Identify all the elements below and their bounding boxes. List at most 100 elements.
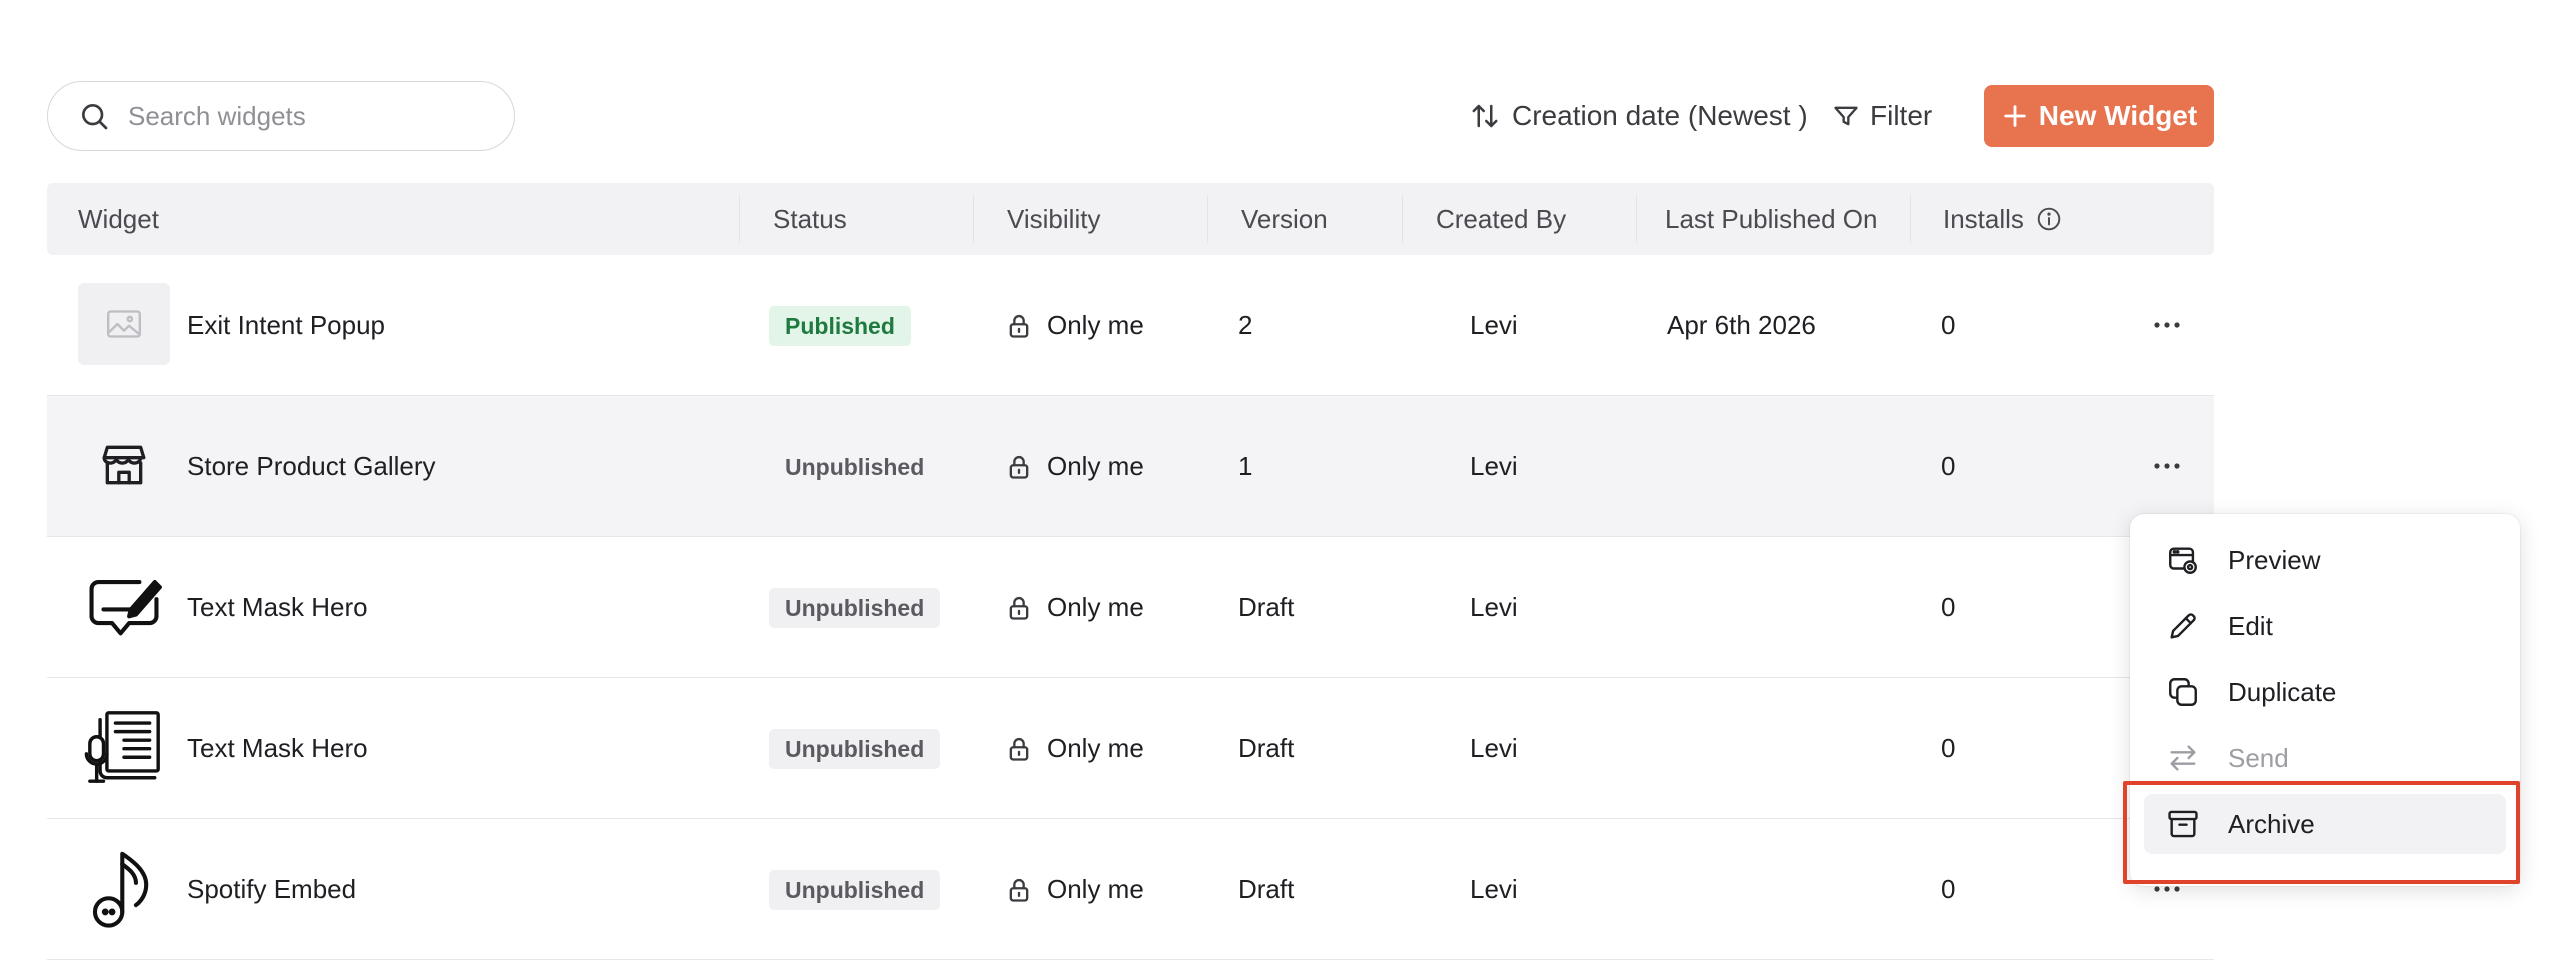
menu-item-archive[interactable]: Archive bbox=[2144, 794, 2506, 854]
search-input[interactable] bbox=[128, 100, 488, 132]
sort-label: Creation date (Newest ) bbox=[1512, 100, 1808, 131]
menu-item-preview[interactable]: Preview bbox=[2144, 530, 2506, 590]
sort-dropdown[interactable]: Creation date (Newest ) bbox=[1470, 90, 1808, 142]
column-header-created-by-label: Created By bbox=[1436, 203, 1567, 234]
status-badge: Unpublished bbox=[769, 587, 941, 628]
image-placeholder-icon bbox=[107, 310, 141, 338]
row-actions-menu: Preview Edit Duplicate Send Archive bbox=[2130, 514, 2520, 886]
status-cell: Unpublished bbox=[769, 819, 941, 960]
table-row[interactable]: Text Mask Hero Unpublished Only me Draft… bbox=[47, 537, 2214, 678]
visibility-cell: Only me bbox=[1005, 396, 1144, 537]
menu-item-edit[interactable]: Edit bbox=[2144, 596, 2506, 656]
widget-name[interactable]: Spotify Embed bbox=[187, 819, 356, 960]
created-by-cell: Levi bbox=[1470, 310, 1518, 340]
column-header-last-published: Last Published On bbox=[1665, 183, 1877, 255]
menu-item-label: Edit bbox=[2228, 610, 2273, 641]
table-row[interactable]: Store Product Gallery Unpublished Only m… bbox=[47, 396, 2214, 537]
column-header-widget-label: Widget bbox=[78, 203, 159, 234]
column-divider bbox=[1207, 195, 1208, 243]
widget-thumbnail bbox=[78, 847, 170, 929]
table-header: Widget Status Visibility Version Created… bbox=[47, 183, 2214, 255]
visibility-label: Only me bbox=[1047, 874, 1144, 904]
column-header-status: Status bbox=[773, 183, 847, 255]
table-row[interactable]: Spotify Embed Unpublished Only me Draft … bbox=[47, 819, 2214, 960]
store-icon bbox=[102, 445, 146, 485]
search-box[interactable] bbox=[47, 81, 515, 151]
visibility-label: Only me bbox=[1047, 310, 1144, 340]
installs-cell: 0 bbox=[1941, 592, 1956, 622]
lock-icon bbox=[1009, 455, 1029, 479]
column-header-visibility-label: Visibility bbox=[1007, 203, 1101, 234]
more-horizontal-icon bbox=[2154, 322, 2180, 328]
menu-item-label: Preview bbox=[2228, 544, 2321, 575]
more-actions-button[interactable] bbox=[2137, 446, 2197, 486]
filter-label: Filter bbox=[1870, 100, 1933, 131]
installs-cell: 0 bbox=[1941, 874, 1956, 904]
sort-arrows-icon bbox=[1472, 104, 1498, 128]
column-divider bbox=[739, 195, 740, 243]
lock-icon bbox=[1009, 737, 1029, 761]
installs-cell: 0 bbox=[1941, 310, 1956, 340]
table-row[interactable]: Exit Intent Popup Published Only me 2 Le… bbox=[47, 255, 2214, 396]
filter-icon bbox=[1834, 106, 1858, 126]
more-actions-button[interactable] bbox=[2137, 305, 2197, 345]
new-widget-label: New Widget bbox=[2038, 100, 2198, 131]
installs-cell: 0 bbox=[1941, 733, 1956, 763]
widget-name[interactable]: Text Mask Hero bbox=[187, 537, 368, 678]
visibility-cell: Only me bbox=[1005, 819, 1144, 960]
archive-icon bbox=[2168, 810, 2198, 838]
more-horizontal-icon bbox=[2154, 463, 2180, 469]
status-badge: Unpublished bbox=[769, 869, 941, 910]
lock-icon bbox=[1009, 314, 1029, 338]
visibility-cell: Only me bbox=[1005, 678, 1144, 819]
column-header-last-published-label: Last Published On bbox=[1665, 203, 1878, 234]
installs-cell: 0 bbox=[1941, 451, 1956, 481]
menu-item-duplicate[interactable]: Duplicate bbox=[2144, 662, 2506, 722]
column-header-version-label: Version bbox=[1241, 203, 1328, 234]
visibility-label: Only me bbox=[1047, 451, 1144, 481]
chat-edit-icon bbox=[89, 580, 162, 636]
created-by-cell: Levi bbox=[1470, 592, 1518, 622]
created-by-cell: Levi bbox=[1470, 874, 1518, 904]
widget-thumbnail bbox=[78, 706, 170, 788]
status-cell: Published bbox=[769, 255, 911, 396]
pencil-icon bbox=[2170, 613, 2196, 639]
new-widget-button[interactable]: New Widget bbox=[1984, 85, 2214, 147]
widget-name[interactable]: Store Product Gallery bbox=[187, 396, 436, 537]
menu-item-label: Archive bbox=[2228, 808, 2315, 839]
column-divider bbox=[1636, 195, 1637, 243]
filter-button[interactable]: Filter bbox=[1832, 90, 1932, 142]
status-badge: Published bbox=[769, 305, 911, 346]
column-header-installs-label: Installs bbox=[1943, 203, 2024, 234]
column-header-created-by: Created By bbox=[1436, 183, 1566, 255]
column-header-version: Version bbox=[1241, 183, 1328, 255]
widget-thumbnail bbox=[78, 424, 170, 506]
status-badge: Unpublished bbox=[769, 728, 941, 769]
last-published-cell: Apr 6th 2026 bbox=[1667, 310, 1816, 340]
column-header-installs: Installs bbox=[1943, 183, 2062, 255]
status-cell: Unpublished bbox=[769, 396, 940, 537]
column-divider bbox=[1402, 195, 1403, 243]
duplicate-icon bbox=[2169, 678, 2197, 706]
column-header-visibility: Visibility bbox=[1007, 183, 1100, 255]
lock-icon bbox=[1009, 596, 1029, 620]
info-icon[interactable] bbox=[2036, 206, 2062, 232]
column-divider bbox=[973, 195, 974, 243]
widget-name[interactable]: Exit Intent Popup bbox=[187, 255, 385, 396]
table-row[interactable]: Text Mask Hero Unpublished Only me Draft… bbox=[47, 678, 2214, 819]
send-arrows-icon bbox=[2170, 745, 2196, 771]
widget-name[interactable]: Text Mask Hero bbox=[187, 678, 368, 819]
newspaper-mic-icon bbox=[84, 711, 160, 783]
column-header-status-label: Status bbox=[773, 203, 847, 234]
widget-thumbnail bbox=[78, 565, 170, 647]
status-badge: Unpublished bbox=[785, 453, 925, 480]
visibility-cell: Only me bbox=[1005, 255, 1144, 396]
lock-icon bbox=[1009, 878, 1029, 902]
widgets-page: Creation date (Newest ) Filter New Widge… bbox=[0, 0, 2556, 966]
visibility-cell: Only me bbox=[1005, 537, 1144, 678]
created-by-cell: Levi bbox=[1470, 451, 1518, 481]
version-cell: 1 bbox=[1238, 451, 1253, 481]
visibility-label: Only me bbox=[1047, 733, 1144, 763]
version-cell: Draft bbox=[1238, 592, 1295, 622]
menu-item-label: Duplicate bbox=[2228, 676, 2337, 707]
